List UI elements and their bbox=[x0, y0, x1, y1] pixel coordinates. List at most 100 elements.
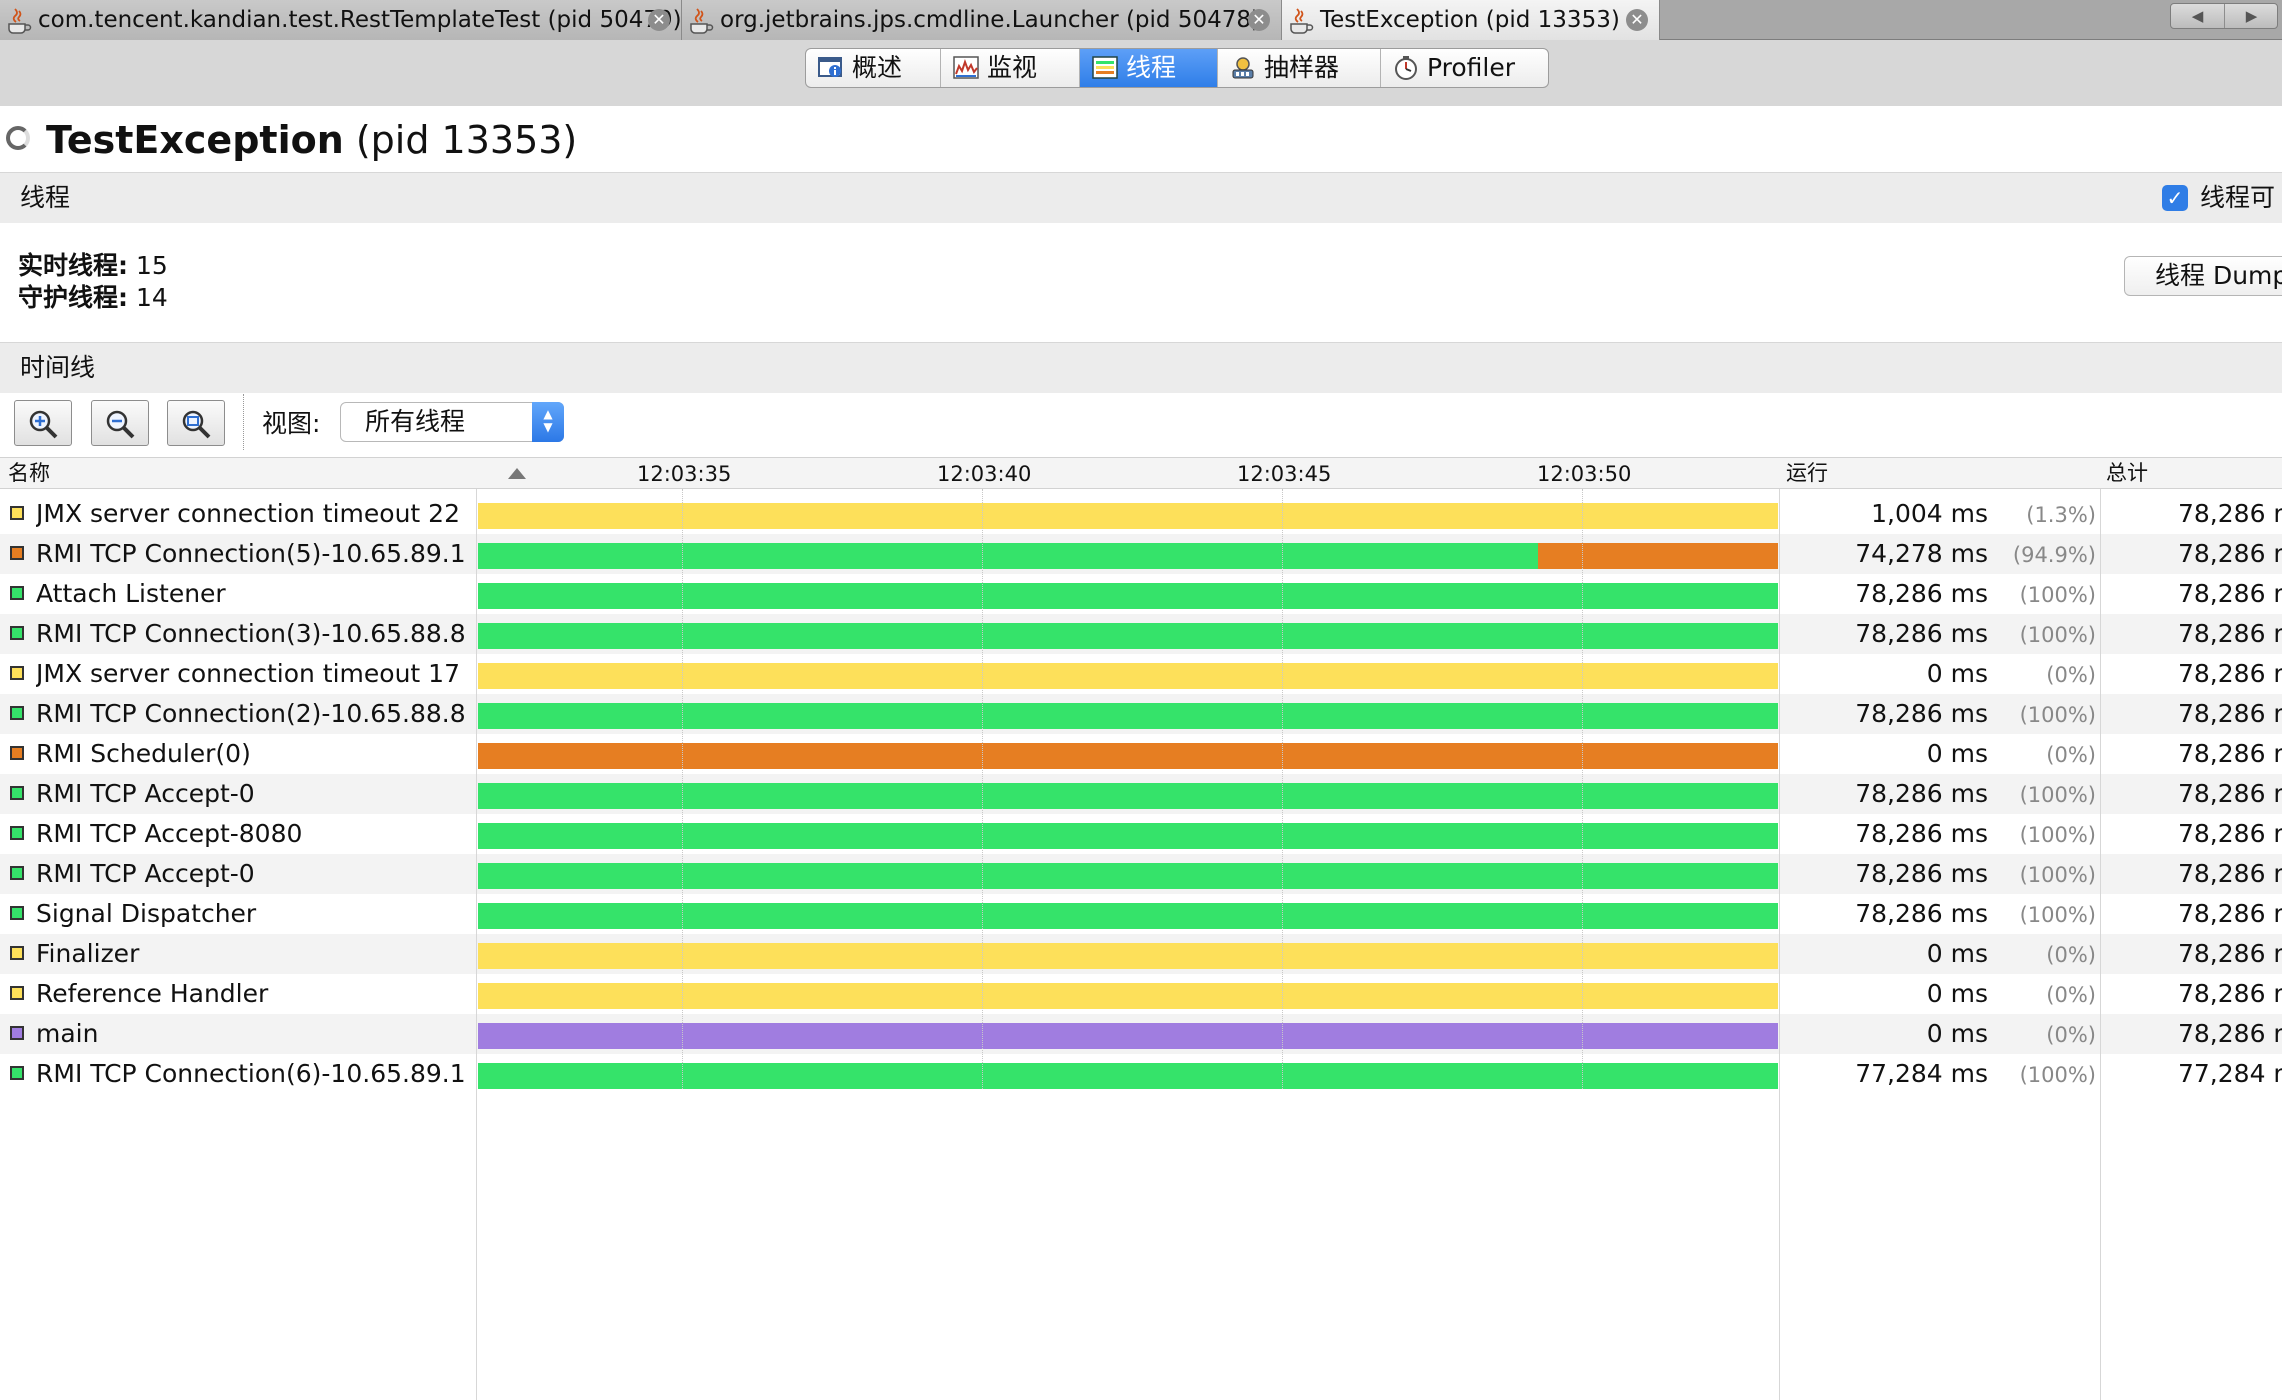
thread-dump-button[interactable]: 线程 Dump bbox=[2124, 256, 2282, 296]
run-time: 0 ms bbox=[1926, 659, 1988, 688]
threads-icon bbox=[1092, 56, 1118, 79]
window-tab-launcher[interactable]: org.jetbrains.jps.cmdline.Launcher (pid … bbox=[682, 0, 1282, 40]
thread-name: RMI TCP Accept-8080 bbox=[36, 819, 303, 848]
column-run[interactable]: 运行 bbox=[1786, 460, 1828, 486]
total-time: 78,286 ms bbox=[2178, 899, 2282, 928]
thread-name: JMX server connection timeout 17 bbox=[36, 659, 460, 688]
thread-timeline-bar bbox=[478, 623, 1778, 649]
table-row[interactable]: Attach Listener 78,286 ms (100%) 78,286 ms bbox=[0, 574, 2282, 614]
column-divider bbox=[476, 489, 477, 1400]
thread-state-swatch bbox=[10, 506, 24, 520]
tab-overview[interactable]: 概述 bbox=[806, 49, 941, 87]
window-tab-resttemplatetest[interactable]: com.tencent.kandian.test.RestTemplateTes… bbox=[0, 0, 682, 40]
table-row[interactable]: RMI TCP Connection(3)-10.65.88.8 78,286 m… bbox=[0, 614, 2282, 654]
column-name[interactable]: 名称 bbox=[8, 460, 50, 486]
timeline-segment-running bbox=[478, 623, 1778, 649]
table-row[interactable]: RMI TCP Accept-0 78,286 ms (100%) 78,286 ms bbox=[0, 854, 2282, 894]
app-name: TestException bbox=[46, 118, 344, 162]
table-row[interactable]: Signal Dispatcher 78,286 ms (100%) 78,286 m… bbox=[0, 894, 2282, 934]
thread-timeline-bar bbox=[478, 1063, 1778, 1089]
window-tab-bar: com.tencent.kandian.test.RestTemplateTes… bbox=[0, 0, 2282, 40]
thread-state-swatch bbox=[10, 826, 24, 840]
column-total[interactable]: 总计 bbox=[2106, 460, 2148, 486]
run-percent: (100%) bbox=[2019, 863, 2096, 887]
close-icon[interactable]: ✕ bbox=[1248, 9, 1270, 31]
run-time: 77,284 ms bbox=[1855, 1059, 1988, 1088]
total-time: 78,286 ms bbox=[2178, 979, 2282, 1008]
table-row[interactable]: JMX server connection timeout 22 1,004 ms… bbox=[0, 494, 2282, 534]
run-percent: (100%) bbox=[2019, 903, 2096, 927]
view-select[interactable]: 所有线程 ▲ ▼ bbox=[340, 402, 564, 442]
daemon-threads-value: 14 bbox=[135, 283, 168, 312]
close-icon[interactable]: ✕ bbox=[1626, 9, 1648, 31]
table-row[interactable]: RMI TCP Accept-8080 78,286 ms (100%) 78,286… bbox=[0, 814, 2282, 854]
tab-monitor[interactable]: 监视 bbox=[941, 49, 1080, 87]
view-toolbar: 概述 监视 线程 抽样器 Profiler bbox=[0, 40, 2282, 106]
timeline-section-header: 时间线 bbox=[0, 342, 2282, 393]
daemon-threads-label: 守护线程: bbox=[18, 283, 128, 312]
table-row[interactable]: JMX server connection timeout 17 0 ms (0%)… bbox=[0, 654, 2282, 694]
run-time: 78,286 ms bbox=[1855, 899, 1988, 928]
zoom-out-button[interactable] bbox=[91, 400, 149, 446]
section-title: 线程 bbox=[20, 183, 71, 212]
table-row[interactable]: RMI TCP Connection(6)-10.65.89.1 77,284 m… bbox=[0, 1054, 2282, 1094]
run-percent: (0%) bbox=[2046, 743, 2096, 767]
tab-profiler[interactable]: Profiler bbox=[1381, 49, 1548, 87]
table-row[interactable]: RMI TCP Connection(2)-10.65.88.8 78,286 m… bbox=[0, 694, 2282, 734]
threads-visible-checkbox[interactable]: ✓ bbox=[2162, 185, 2188, 211]
run-percent: (0%) bbox=[2046, 1023, 2096, 1047]
timeline-segment-running bbox=[478, 703, 1778, 729]
zoom-fit-button[interactable] bbox=[167, 400, 225, 446]
thread-state-swatch bbox=[10, 746, 24, 760]
checkbox-label: 线程可 bbox=[2200, 183, 2276, 212]
run-time: 78,286 ms bbox=[1855, 779, 1988, 808]
thread-timeline-bar bbox=[478, 983, 1778, 1009]
run-time: 0 ms bbox=[1926, 939, 1988, 968]
total-time: 78,286 ms bbox=[2178, 819, 2282, 848]
toolbar-separator bbox=[243, 394, 244, 450]
table-row[interactable]: RMI TCP Accept-0 78,286 ms (100%) 78,286 ms bbox=[0, 774, 2282, 814]
table-row[interactable]: Reference Handler 0 ms (0%) 78,286 ms bbox=[0, 974, 2282, 1014]
thread-state-swatch bbox=[10, 786, 24, 800]
run-time: 78,286 ms bbox=[1855, 619, 1988, 648]
window-tab-testexception[interactable]: TestException (pid 13353) ✕ bbox=[1282, 0, 1660, 40]
thread-timeline-bar bbox=[478, 903, 1778, 929]
table-row[interactable]: RMI TCP Connection(5)-10.65.89.1 74,278 m… bbox=[0, 534, 2282, 574]
timeline-segment-sleeping bbox=[478, 503, 1778, 529]
scroll-left-button[interactable]: ◀ bbox=[2171, 4, 2225, 28]
run-time: 0 ms bbox=[1926, 979, 1988, 1008]
tab-label: 监视 bbox=[987, 53, 1038, 82]
thread-state-swatch bbox=[10, 866, 24, 880]
run-time: 1,004 ms bbox=[1871, 499, 1988, 528]
total-time: 78,286 ms bbox=[2178, 939, 2282, 968]
run-percent: (100%) bbox=[2019, 703, 2096, 727]
thread-state-swatch bbox=[10, 586, 24, 600]
total-time: 78,286 ms bbox=[2178, 659, 2282, 688]
view-select-value: 所有线程 bbox=[365, 407, 466, 436]
table-row[interactable]: main 0 ms (0%) 78,286 ms bbox=[0, 1014, 2282, 1054]
tab-sampler[interactable]: 抽样器 bbox=[1218, 49, 1381, 87]
total-time: 78,286 ms bbox=[2178, 859, 2282, 888]
run-time: 78,286 ms bbox=[1855, 859, 1988, 888]
window-tab-label: TestException (pid 13353) bbox=[1320, 7, 1620, 33]
table-row[interactable]: Finalizer 0 ms (0%) 78,286 ms bbox=[0, 934, 2282, 974]
close-icon[interactable]: ✕ bbox=[648, 9, 670, 31]
zoom-in-button[interactable] bbox=[14, 400, 72, 446]
monitor-icon bbox=[953, 56, 979, 79]
run-percent: (94.9%) bbox=[2012, 543, 2096, 567]
sort-ascending-icon[interactable] bbox=[508, 468, 526, 479]
timeline-gridline bbox=[1582, 489, 1583, 1089]
scroll-right-button[interactable]: ▶ bbox=[2225, 4, 2278, 28]
application-header: TestException (pid 13353) bbox=[0, 108, 2282, 174]
table-row[interactable]: RMI Scheduler(0) 0 ms (0%) 78,286 ms bbox=[0, 734, 2282, 774]
timeline-gridline bbox=[682, 489, 683, 1089]
zoom-out-icon bbox=[106, 410, 135, 439]
thread-state-swatch bbox=[10, 1066, 24, 1080]
total-time: 78,286 ms bbox=[2178, 699, 2282, 728]
thread-timeline-bar bbox=[478, 543, 1778, 569]
tab-label: 抽样器 bbox=[1264, 53, 1340, 82]
timeline-segment-wait bbox=[1537, 543, 1778, 569]
tab-threads[interactable]: 线程 bbox=[1080, 49, 1218, 87]
thread-name: RMI TCP Connection(6)-10.65.89.1 bbox=[36, 1059, 466, 1088]
loading-spinner-icon bbox=[6, 126, 30, 150]
